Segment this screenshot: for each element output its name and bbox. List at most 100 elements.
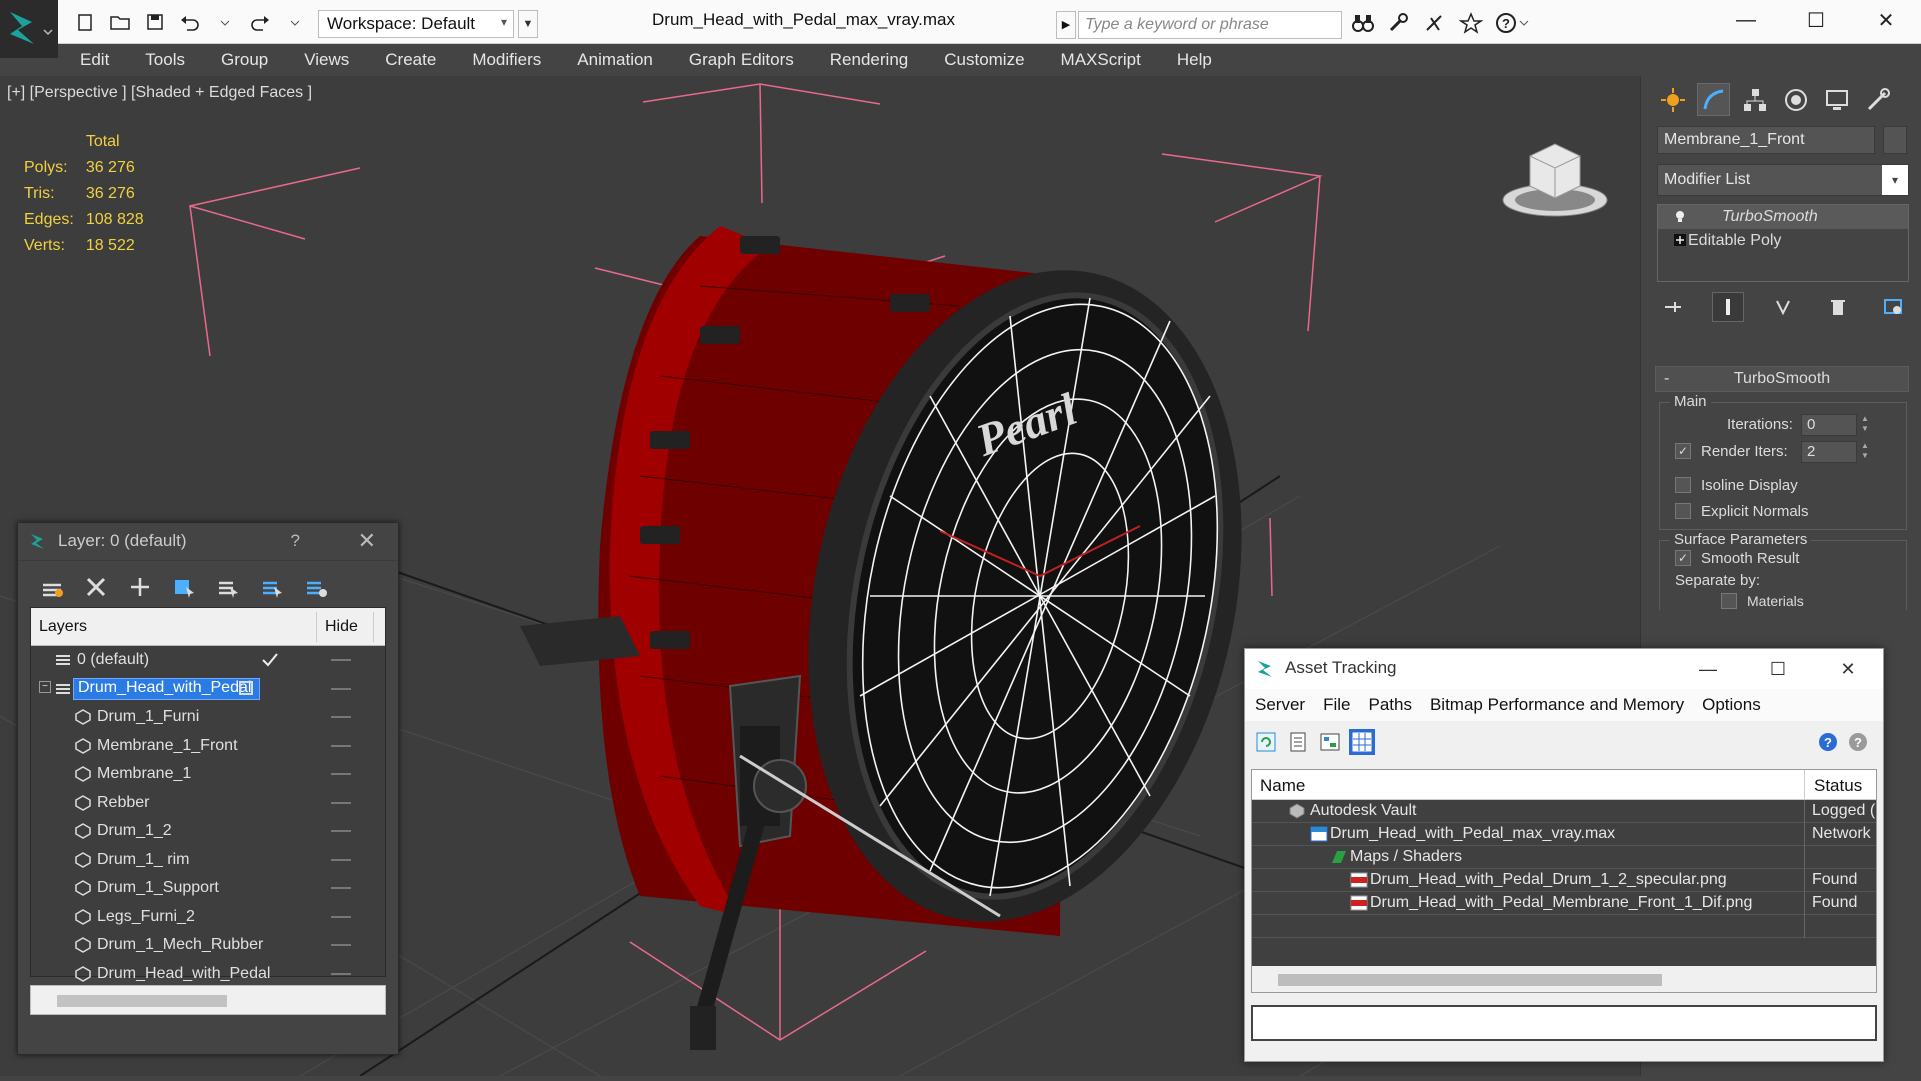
render-iters-spinner[interactable]: 2 <box>1801 441 1857 463</box>
explicit-normals-checkbox[interactable] <box>1675 503 1691 519</box>
asset-row[interactable]: Maps / Shaders <box>1252 846 1876 869</box>
hide-toggle[interactable] <box>331 887 351 889</box>
isoline-display-checkbox[interactable] <box>1675 477 1691 493</box>
viewcube-icon[interactable] <box>1500 124 1610 224</box>
hide-toggle[interactable] <box>331 744 351 747</box>
checkmark-icon[interactable] <box>261 652 279 668</box>
remove-modifier-icon[interactable] <box>1822 292 1854 322</box>
hide-toggle[interactable] <box>331 659 351 661</box>
spinner-arrows-icon[interactable]: ▲ ▼ <box>1859 441 1871 463</box>
search-expand-button[interactable]: ▶ <box>1056 11 1076 39</box>
motion-tab-icon[interactable] <box>1780 84 1811 115</box>
minimize-icon[interactable]: — <box>1673 649 1743 689</box>
menu-graph-editors[interactable]: Graph Editors <box>689 50 794 70</box>
column-name[interactable]: Name <box>1260 776 1305 796</box>
make-unique-icon[interactable] <box>1767 292 1799 322</box>
select-layer-icon[interactable] <box>258 573 286 601</box>
menu-options[interactable]: Options <box>1702 695 1761 715</box>
menu-server[interactable]: Server <box>1255 695 1305 715</box>
wrench-key-icon[interactable] <box>1386 11 1412 35</box>
hierarchy-tab-icon[interactable] <box>1739 84 1770 115</box>
communication-icon[interactable] <box>1422 11 1448 35</box>
menu-help[interactable]: Help <box>1177 50 1212 70</box>
hide-toggle[interactable] <box>331 801 351 804</box>
menu-group[interactable]: Group <box>221 50 268 70</box>
workspace-more-button[interactable]: ▼ <box>518 10 538 38</box>
pin-stack-icon[interactable] <box>1657 292 1689 322</box>
menu-file[interactable]: File <box>1323 695 1350 715</box>
menu-customize[interactable]: Customize <box>944 50 1024 70</box>
close-icon[interactable]: ✕ <box>1813 649 1883 689</box>
select-objects-icon[interactable] <box>170 573 198 601</box>
layer-row[interactable]: Membrane_1_Front <box>31 732 385 761</box>
asset-dialog-titlebar[interactable]: Asset Tracking — ☐ ✕ <box>1245 649 1883 689</box>
viewport-label[interactable]: [+] [Perspective ] [Shaded + Edged Faces… <box>7 84 312 102</box>
layer-row[interactable]: Drum_1_Furni <box>31 703 385 732</box>
menu-edit[interactable]: Edit <box>80 50 109 70</box>
maximize-icon[interactable]: ☐ <box>1781 0 1851 40</box>
app-logo-icon[interactable] <box>0 0 58 58</box>
new-file-icon[interactable] <box>72 10 98 34</box>
column-hide[interactable]: Hide <box>325 618 358 636</box>
layer-row[interactable]: 0 (default) <box>31 646 385 675</box>
layer-row[interactable]: Legs_Furni_2 <box>31 903 385 932</box>
scrollbar-thumb[interactable] <box>1278 974 1662 986</box>
layer-row[interactable]: Drum_1_2 <box>31 817 385 846</box>
hide-toggle[interactable] <box>331 716 351 718</box>
search-input[interactable]: Type a keyword or phrase <box>1078 11 1342 39</box>
turbosmooth-rollout-header[interactable]: - TurboSmooth <box>1655 366 1909 392</box>
materials-checkbox[interactable] <box>1721 593 1737 609</box>
freeze-layer-icon[interactable] <box>302 573 330 601</box>
modify-tab-icon[interactable] <box>1697 83 1730 116</box>
minimize-icon[interactable]: — <box>1711 0 1781 40</box>
menu-views[interactable]: Views <box>304 50 349 70</box>
object-color-swatch[interactable] <box>1883 126 1907 154</box>
layer-row[interactable]: Membrane_1 <box>31 760 385 789</box>
menu-paths[interactable]: Paths <box>1368 695 1411 715</box>
hide-toggle[interactable] <box>331 687 351 690</box>
menu-maxscript[interactable]: MAXScript <box>1061 50 1141 70</box>
redo-icon[interactable] <box>247 10 273 34</box>
hide-toggle[interactable] <box>331 915 351 918</box>
iterations-spinner[interactable]: 0 <box>1801 414 1857 436</box>
layer-row[interactable]: Drum_1_Mech_Rubber <box>31 931 385 960</box>
plus-icon[interactable] <box>1674 234 1686 246</box>
workspace-dropdown[interactable]: Workspace: Default ▾ <box>318 10 514 38</box>
object-name-field[interactable]: Membrane_1_Front <box>1657 126 1875 154</box>
close-icon[interactable]: ✕ <box>358 528 376 554</box>
spinner-arrows-icon[interactable]: ▲ ▼ <box>1859 414 1871 436</box>
maximize-icon[interactable]: ☐ <box>1743 649 1813 689</box>
layer-row[interactable]: − Drum_Head_with_Pedal <box>31 675 385 704</box>
chevron-down-icon[interactable] <box>212 10 238 34</box>
menu-tools[interactable]: Tools <box>145 50 185 70</box>
add-to-layer-icon[interactable] <box>126 573 154 601</box>
layer-row[interactable]: Rebber <box>31 789 385 818</box>
display-tab-icon[interactable] <box>1821 84 1852 115</box>
menu-modifiers[interactable]: Modifiers <box>472 50 541 70</box>
hide-toggle[interactable] <box>331 830 351 832</box>
menu-animation[interactable]: Animation <box>577 50 653 70</box>
undo-icon[interactable] <box>177 10 203 34</box>
star-icon[interactable] <box>1458 11 1484 35</box>
column-layers[interactable]: Layers <box>39 618 87 636</box>
highlight-selected-icon[interactable] <box>214 573 242 601</box>
menu-create[interactable]: Create <box>385 50 436 70</box>
menu-bitmap-performance[interactable]: Bitmap Performance and Memory <box>1430 695 1684 715</box>
delete-layer-icon[interactable] <box>82 573 110 601</box>
asset-row[interactable]: Drum_Head_with_Pedal_Membrane_Front_1_Di… <box>1252 892 1876 915</box>
utilities-tab-icon[interactable] <box>1862 84 1893 115</box>
horizontal-scrollbar[interactable] <box>1252 966 1876 992</box>
close-icon[interactable]: ✕ <box>1851 0 1921 40</box>
stack-item-turbosmooth[interactable]: TurboSmooth <box>1658 205 1908 229</box>
render-iters-checkbox[interactable]: ✓ <box>1675 443 1691 459</box>
hide-toggle[interactable] <box>331 773 351 775</box>
asset-path-field[interactable] <box>1251 1005 1877 1041</box>
create-tab-icon[interactable] <box>1657 84 1688 115</box>
hide-toggle[interactable] <box>331 858 351 861</box>
help-icon[interactable]: ? <box>291 531 300 551</box>
hide-toggle[interactable] <box>331 944 351 946</box>
new-layer-icon[interactable] <box>38 573 66 601</box>
menu-rendering[interactable]: Rendering <box>830 50 908 70</box>
tree-view-icon[interactable] <box>1317 729 1343 755</box>
layer-row[interactable]: Drum_1_Support <box>31 874 385 903</box>
